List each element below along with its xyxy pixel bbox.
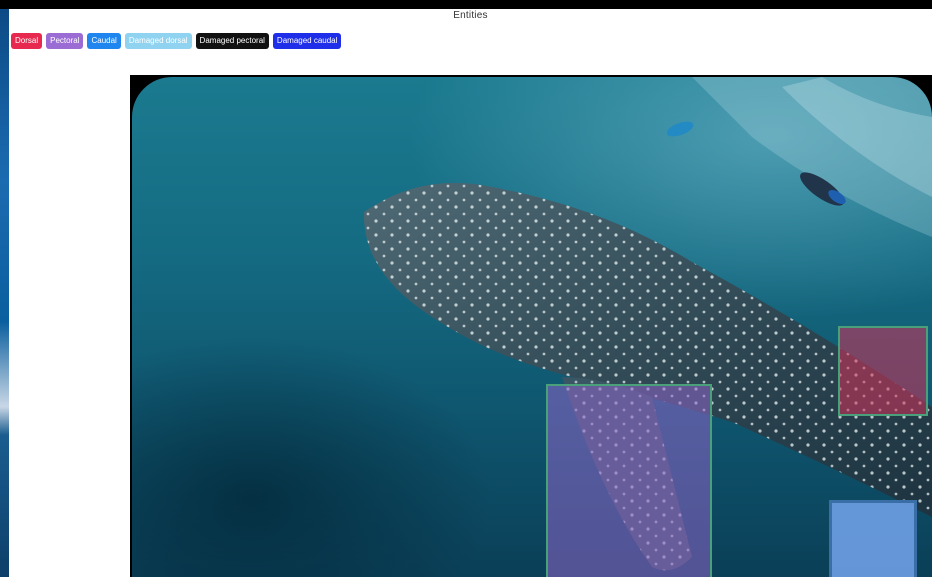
pectoral-fin-bounding-box[interactable] (546, 384, 712, 577)
tag-damaged-caudal[interactable]: Damaged caudal (272, 33, 342, 49)
entities-title: Entities (453, 10, 488, 21)
tag-damaged-dorsal[interactable]: Damaged dorsal (124, 33, 192, 49)
whale-shark-photo (132, 77, 932, 577)
top-bar (0, 0, 932, 9)
image-canvas[interactable] (130, 75, 932, 577)
tag-dorsal[interactable]: Dorsal (11, 33, 43, 49)
tag-damaged-pectoral[interactable]: Damaged pectoral (195, 33, 269, 49)
tag-pectoral[interactable]: Pectoral (46, 33, 84, 49)
entity-tag-list: Dorsal Pectoral Caudal Damaged dorsal Da… (11, 33, 342, 49)
dorsal-fin-bounding-box[interactable] (838, 326, 928, 416)
background-strip (0, 9, 9, 577)
annotation-panel: Entities Dorsal Pectoral Caudal Damaged … (9, 9, 932, 577)
tag-caudal[interactable]: Caudal (87, 33, 121, 49)
whale-shark-illustration (363, 77, 932, 571)
caudal-fin-bounding-box[interactable] (829, 500, 917, 577)
